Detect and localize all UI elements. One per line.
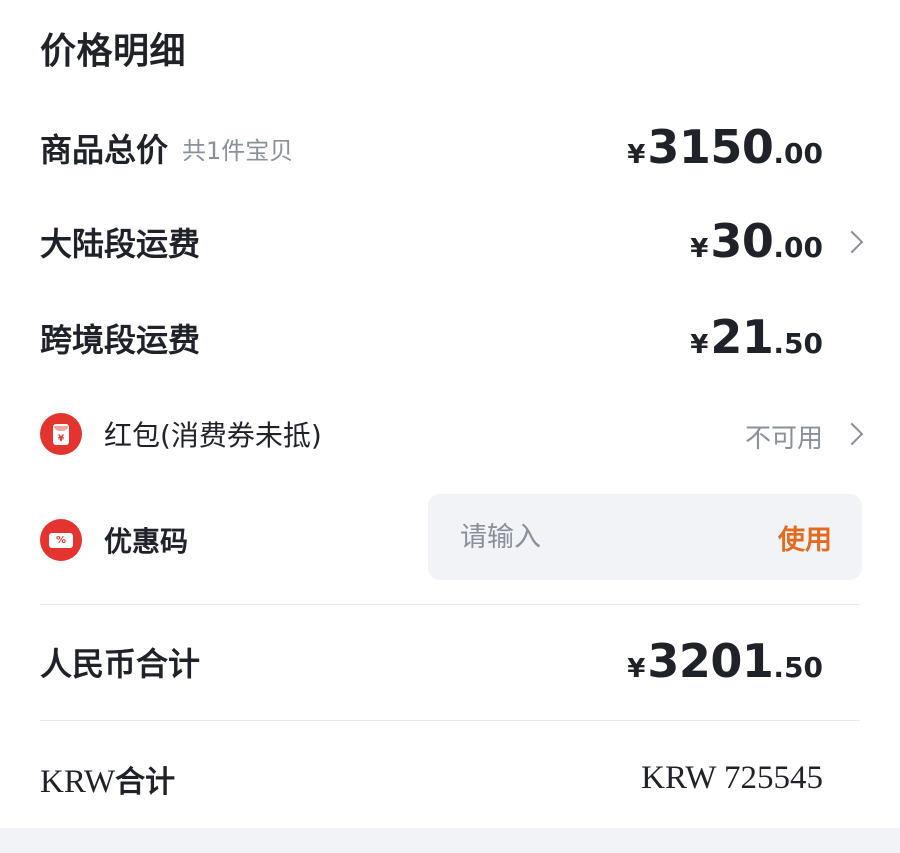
mainland-shipping-label: 大陆段运费 — [40, 225, 201, 263]
bottom-background — [0, 828, 900, 853]
crossborder-shipping-label: 跨境段运费 — [40, 321, 201, 359]
price-integer: 21 — [710, 310, 774, 364]
goods-count-text: 共1件宝贝 — [182, 136, 294, 165]
red-packet-status: 不可用 — [744, 424, 823, 454]
price-decimal: .00 — [773, 137, 823, 170]
use-promo-button[interactable]: 使用 — [778, 518, 832, 557]
goods-total-price: ¥ 3150 .00 — [627, 120, 823, 174]
price-integer: 30 — [710, 214, 774, 268]
price-detail-card: 价格明细 商品总价 共1件宝贝 ¥ 3150 .00 大陆段运费 ¥ 30 .0… — [0, 0, 900, 828]
krw-label-latin: KRW — [40, 764, 116, 800]
crossborder-shipping-row: 跨境段运费 ¥ 21 .50 — [40, 310, 860, 366]
promo-code-label: 优惠码 — [104, 525, 189, 558]
price-decimal: .50 — [773, 651, 823, 684]
promo-code-box: 使用 — [428, 494, 862, 580]
rmb-total-label: 人民币合计 — [40, 645, 201, 683]
promo-code-input[interactable] — [452, 514, 758, 560]
red-packet-label: 红包(消费券未抵) — [104, 419, 322, 452]
krw-total-label: KRW合计 — [40, 757, 175, 801]
crossborder-shipping-price: ¥ 21 .50 — [690, 310, 823, 364]
chevron-right-icon[interactable] — [840, 422, 864, 446]
price-integer: 3201 — [647, 634, 774, 688]
mainland-shipping-price: ¥ 30 .00 — [690, 214, 823, 268]
rmb-total-price: ¥ 3201 .50 — [627, 634, 823, 688]
goods-total-label: 商品总价 — [40, 131, 169, 169]
chevron-right-icon[interactable] — [840, 230, 864, 254]
currency-symbol: ¥ — [690, 234, 709, 264]
price-decimal: .50 — [773, 327, 823, 360]
coupon-icon: % — [40, 519, 82, 561]
price-decimal: .00 — [773, 231, 823, 264]
currency-symbol: ¥ — [627, 654, 646, 684]
price-integer: 3150 — [647, 120, 774, 174]
red-packet-row[interactable]: ¥ 红包(消费券未抵) 不可用 — [40, 410, 864, 458]
krw-total-row: KRW合计 KRW 725545 — [40, 754, 860, 804]
currency-symbol: ¥ — [627, 140, 646, 170]
divider — [40, 604, 860, 605]
krw-total-value: KRW 725545 — [641, 760, 823, 796]
mainland-shipping-row[interactable]: 大陆段运费 ¥ 30 .00 — [40, 214, 864, 270]
krw-label-cn: 合计 — [115, 765, 176, 800]
page-title: 价格明细 — [40, 31, 187, 72]
divider — [40, 720, 860, 721]
rmb-total-row: 人民币合计 ¥ 3201 .50 — [40, 634, 860, 690]
red-packet-icon: ¥ — [40, 413, 82, 455]
currency-symbol: ¥ — [690, 330, 709, 360]
goods-total-row: 商品总价 共1件宝贝 ¥ 3150 .00 — [40, 120, 860, 176]
